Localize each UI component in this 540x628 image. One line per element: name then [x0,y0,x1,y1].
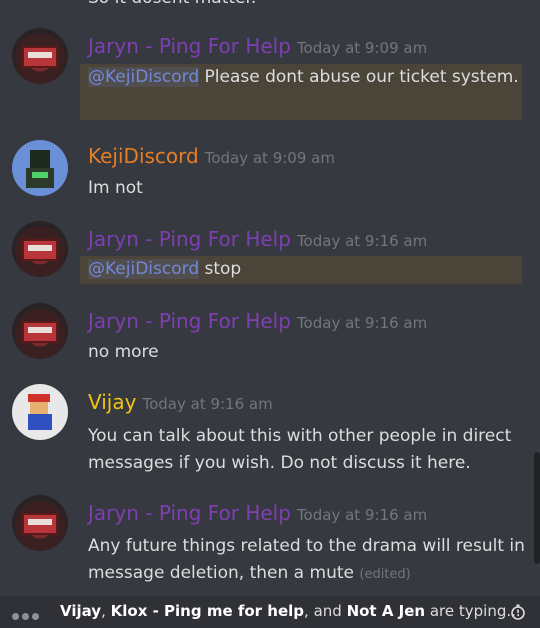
typing-indicator: Vijay, Klox - Ping me for help, and Not … [0,596,540,628]
typing-user: Not A Jen [346,602,426,620]
user-mention[interactable]: @KejiDiscord [88,67,200,87]
message-header: Jaryn - Ping For Help Today at 9:09 am [88,34,427,58]
message-text: @KejiDiscord Please dont abuse our ticke… [88,64,528,91]
mario-cap [28,394,50,402]
typing-dots-icon [12,606,42,624]
typing-user: Klox - Ping me for help [110,602,305,620]
message-body: stop [199,259,242,279]
typing-separator: , [101,602,111,620]
cutoff-message-text: So it dosent matter. [88,0,256,8]
message-text: Any future things related to the drama w… [88,533,528,588]
avatar[interactable] [12,384,68,440]
avatar[interactable] [12,28,68,84]
typing-text: Vijay, Klox - Ping me for help, and Not … [60,602,521,620]
message-header: KejiDiscord Today at 9:09 am [88,144,335,168]
timestamp: Today at 9:16 am [296,506,428,524]
username[interactable]: KejiDiscord [88,144,199,168]
username[interactable]: Jaryn - Ping For Help [88,309,291,333]
message-list[interactable]: So it dosent matter. Jaryn - Ping For He… [0,0,540,596]
message-header: Vijay Today at 9:16 am [88,390,273,414]
message-text: You can talk about this with other peopl… [88,426,512,473]
typing-separator: , and [304,602,347,620]
timestamp: Today at 9:16 am [296,314,428,332]
username[interactable]: Jaryn - Ping For Help [88,501,291,525]
timestamp: Today at 9:09 am [296,39,428,57]
edited-tag: (edited) [359,567,411,582]
fire-truck-avatar-art [22,239,58,261]
message-text: Im not [88,178,143,198]
message-body: Any future things related to the drama w… [88,536,525,583]
avatar[interactable] [12,221,68,277]
message-body: Please dont abuse our ticket system. [199,67,519,87]
stopwatch-icon[interactable] [510,604,526,620]
fire-truck-avatar-art [22,513,58,535]
timestamp: Today at 9:16 am [142,395,273,413]
timestamp: Today at 9:09 am [204,149,335,167]
avatar[interactable] [12,303,68,359]
minecraft-skin-body [26,168,54,188]
user-mention[interactable]: @KejiDiscord [88,259,200,279]
message-text: no more [88,342,159,362]
minecraft-skin-head [30,150,50,168]
timestamp: Today at 9:16 am [296,232,428,250]
message-text: @KejiDiscord stop [88,256,528,283]
message-header: Jaryn - Ping For Help Today at 9:16 am [88,501,427,525]
message-header: Jaryn - Ping For Help Today at 9:16 am [88,227,427,251]
username[interactable]: Jaryn - Ping For Help [88,227,291,251]
avatar[interactable] [12,495,68,551]
typing-user: Vijay [60,602,102,620]
fire-truck-avatar-art [22,46,58,68]
fire-truck-avatar-art [22,321,58,343]
username[interactable]: Jaryn - Ping For Help [88,34,291,58]
typing-suffix: are typing... [425,602,521,620]
mario-face [30,402,48,414]
mario-overalls [28,414,52,430]
scrollbar-thumb[interactable] [534,452,540,564]
message-header: Jaryn - Ping For Help Today at 9:16 am [88,309,427,333]
avatar[interactable] [12,140,68,196]
username[interactable]: Vijay [88,390,136,414]
